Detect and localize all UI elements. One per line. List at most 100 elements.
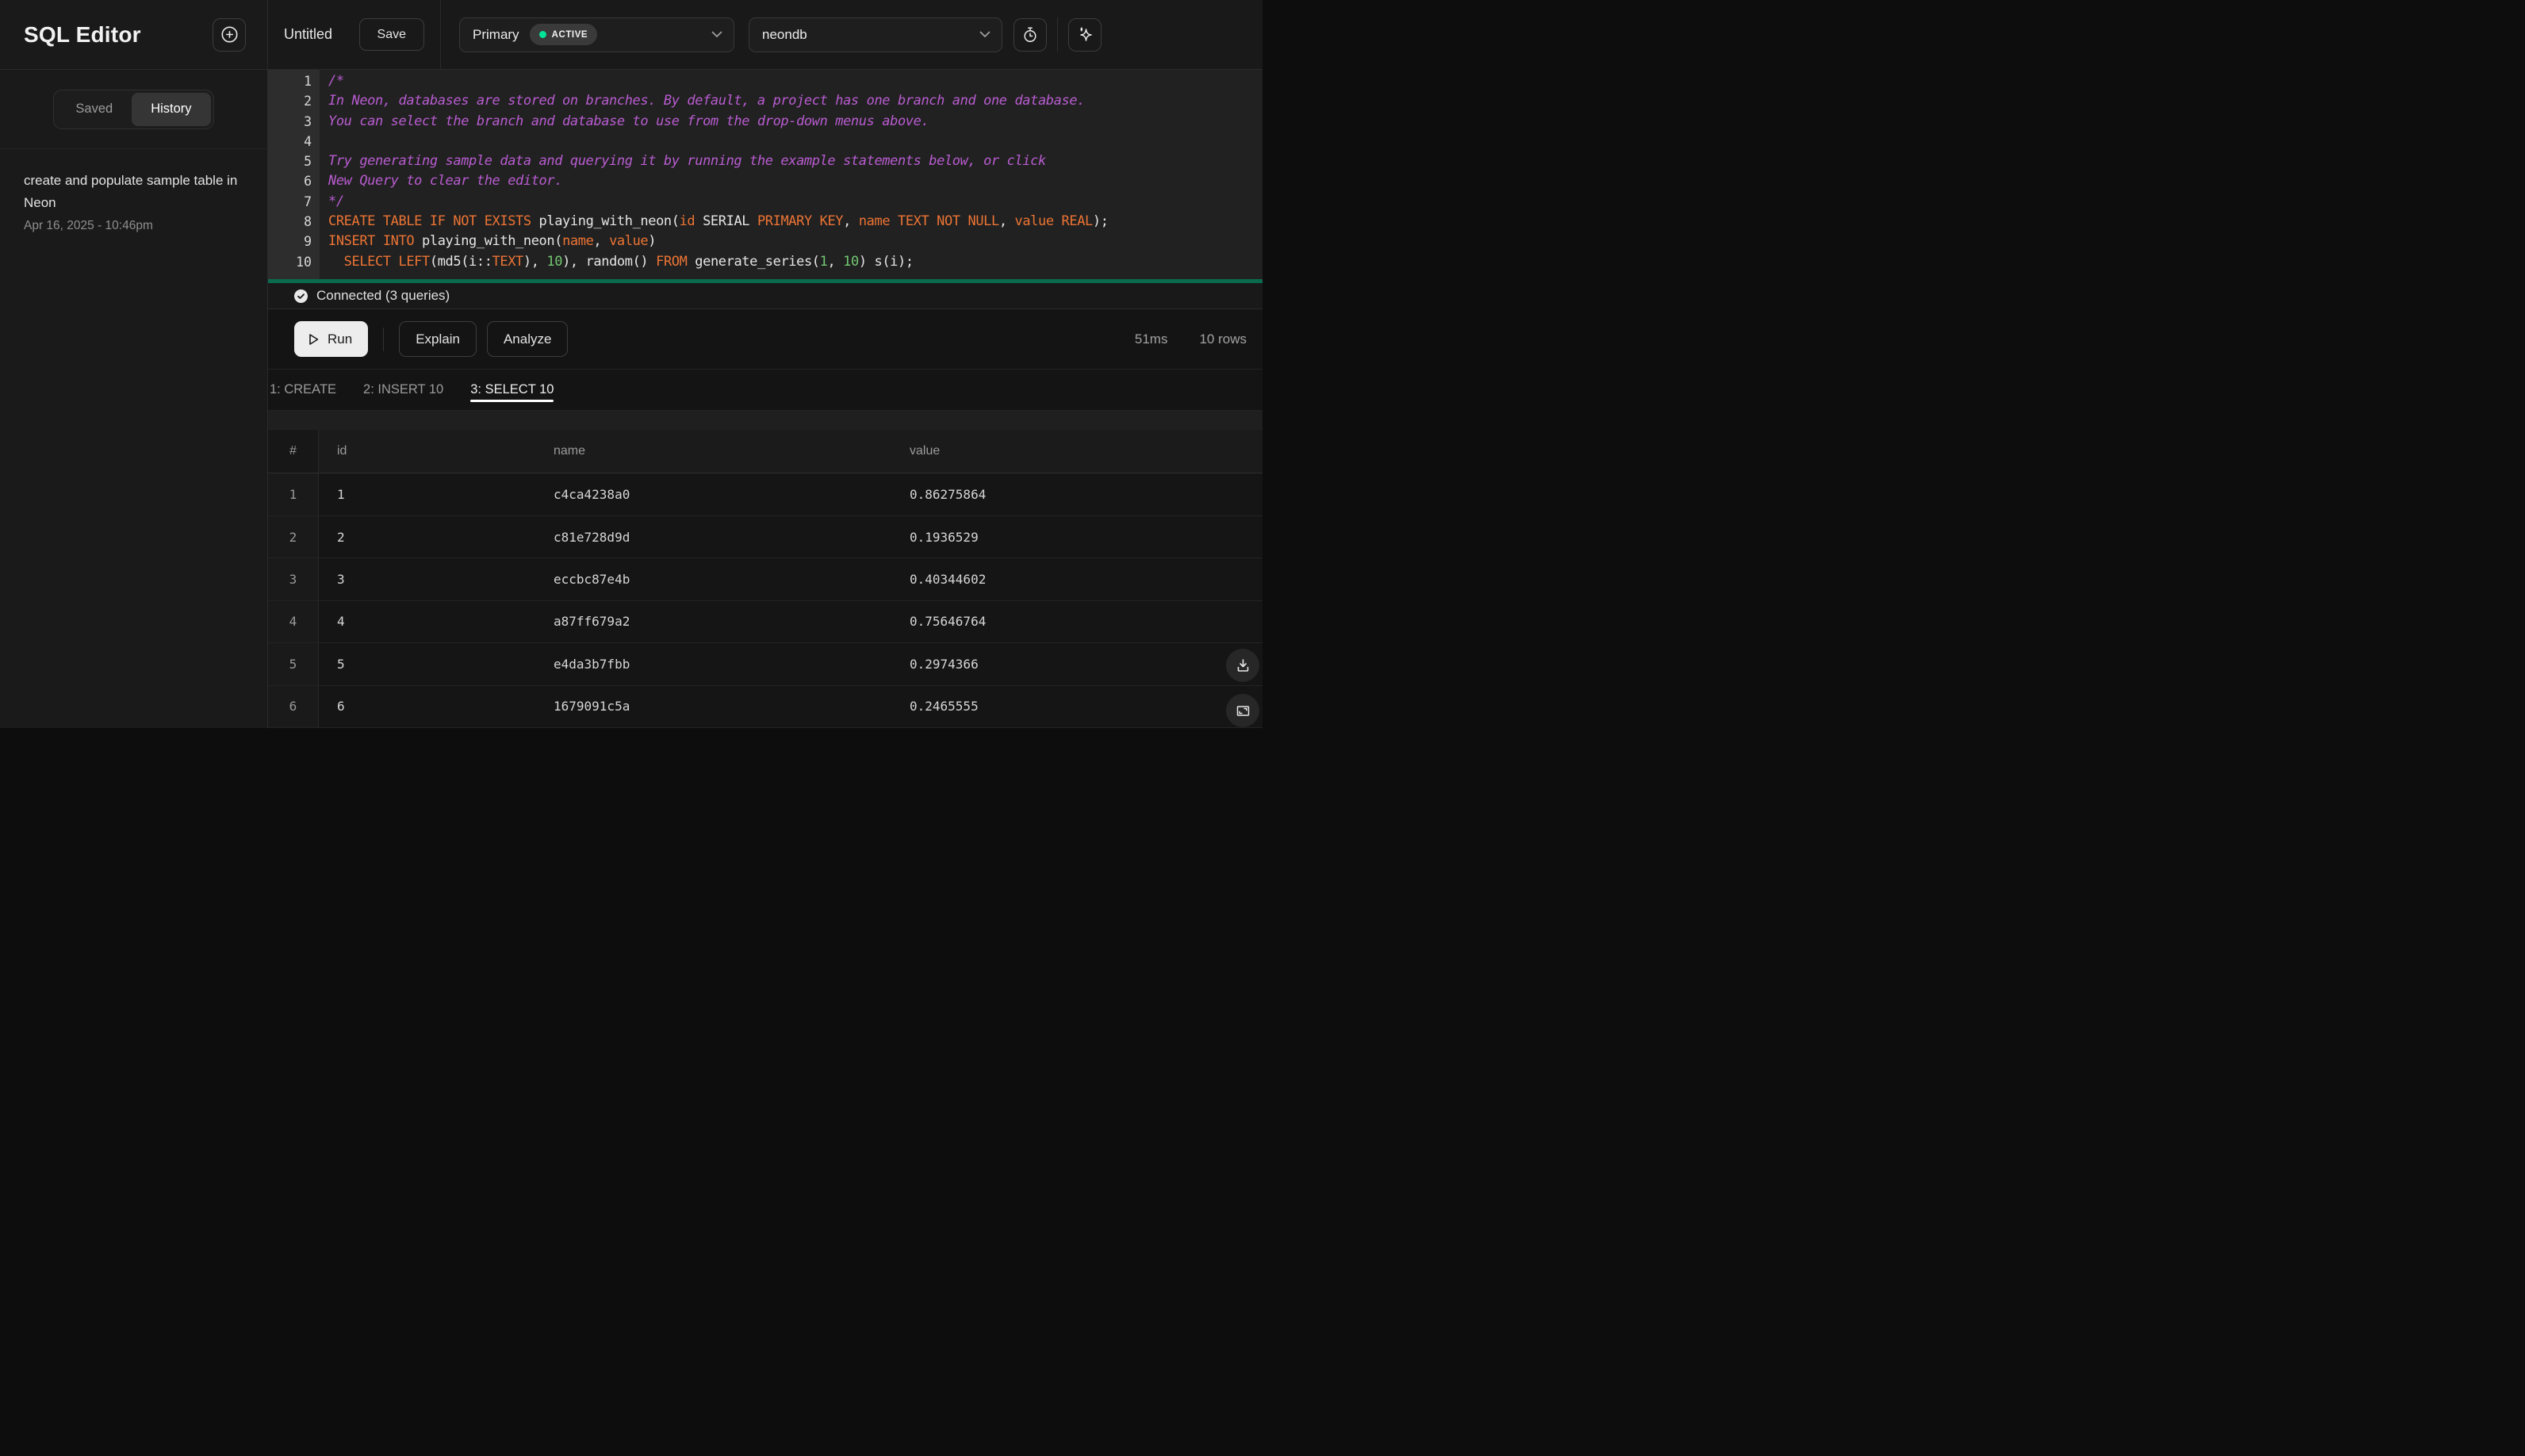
save-button[interactable]: Save [358, 18, 424, 51]
table-row[interactable]: 4 4 a87ff679a2 0.75646764 [268, 600, 1262, 644]
line-number: 2 [304, 94, 312, 109]
run-button-label: Run [328, 331, 353, 347]
topbar: Untitled Save Primary ACTIVE neondb [268, 0, 1262, 70]
row-number: 4 [268, 600, 319, 643]
history-item[interactable]: create and populate sample table in Neon… [24, 170, 243, 233]
line-number: 4 [304, 133, 312, 149]
table-cell: 3 [337, 571, 345, 587]
result-tabs: 1: CREATE 2: INSERT 10 3: SELECT 10 [268, 370, 1262, 411]
explain-button[interactable]: Explain [399, 321, 477, 357]
code-line: INSERT INTO playing_with_neon(name, valu… [328, 233, 657, 250]
database-select-value: neondb [762, 26, 807, 42]
table-cell: c4ca4238a0 [554, 487, 630, 503]
saved-history-toggle: Saved History [53, 89, 214, 129]
query-name: Untitled [284, 26, 333, 42]
chevron-down-icon [979, 28, 990, 42]
line-number: 9 [304, 234, 312, 250]
row-number: 3 [268, 558, 319, 600]
expand-results-button[interactable] [1226, 694, 1259, 727]
table-cell: 0.86275864 [910, 487, 987, 503]
table-cell: 0.40344602 [910, 571, 987, 587]
table-cell: eccbc87e4b [554, 571, 630, 587]
stopwatch-icon [1021, 26, 1039, 44]
editor-accent-bar [268, 279, 1262, 283]
tab-history[interactable]: History [132, 92, 211, 126]
results-table: # id name value 1 1 c4ca4238a0 0.86275864 2 2 c81e… [268, 430, 1262, 728]
code-line: */ [328, 193, 344, 209]
connection-status-text: Connected (3 queries) [316, 288, 450, 303]
active-dot-icon [538, 31, 546, 38]
table-row[interactable]: 5 5 e4da3b7fbb 0.2974366 [268, 643, 1262, 686]
code-line: Try generating sample data and querying … [328, 153, 1046, 170]
code-line: SELECT LEFT(md5(i::TEXT), 10), random() … [343, 253, 914, 270]
result-tab-3[interactable]: 3: SELECT 10 [470, 370, 554, 410]
table-cell: 0.75646764 [910, 614, 987, 630]
table-cell: a87ff679a2 [554, 614, 630, 630]
column-header-id: id [337, 444, 347, 458]
query-history-button[interactable] [1013, 17, 1047, 52]
row-number: 5 [268, 643, 319, 685]
branch-select-value: Primary [473, 26, 519, 42]
tab-saved[interactable]: Saved [56, 93, 132, 126]
table-header-row: # id name value [268, 430, 1262, 474]
run-button[interactable]: Run [294, 321, 369, 357]
branch-status-label: ACTIVE [551, 29, 588, 40]
new-query-button[interactable] [213, 17, 246, 52]
row-number: 6 [268, 685, 319, 727]
line-number: 8 [304, 214, 312, 230]
ai-assist-button[interactable] [1068, 17, 1102, 52]
branch-select[interactable]: Primary ACTIVE [459, 17, 734, 52]
topbar-divider [1057, 17, 1058, 52]
line-number: 10 [296, 254, 312, 270]
analyze-button[interactable]: Analyze [486, 321, 569, 357]
chevron-down-icon [711, 28, 722, 42]
sql-editor-app: SQL Editor Saved History create and popu… [0, 0, 1262, 728]
branch-status-badge: ACTIVE [529, 24, 598, 45]
page-title: SQL Editor [24, 21, 141, 47]
code-line: CREATE TABLE IF NOT EXISTS playing_with_… [328, 213, 1109, 230]
history-item-timestamp: Apr 16, 2025 - 10:46pm [24, 219, 153, 233]
line-number: 5 [304, 154, 312, 170]
sparkles-icon [1076, 25, 1094, 44]
result-tab-1[interactable]: 1: CREATE [270, 370, 336, 410]
row-number: 1 [268, 473, 319, 515]
topbar-icon-buttons [1013, 17, 1102, 52]
table-cell: 0.1936529 [910, 529, 979, 545]
table-row[interactable]: 1 1 c4ca4238a0 0.86275864 [268, 473, 1262, 516]
database-select[interactable]: neondb [749, 17, 1002, 52]
code-editor[interactable]: 1 2 3 4 5 6 7 8 9 10 /* In Neon, databases are sto… [268, 70, 1262, 283]
download-results-button[interactable] [1226, 649, 1259, 682]
table-floating-actions [1226, 649, 1259, 727]
table-cell: 1679091c5a [554, 699, 630, 715]
query-meta: 51ms 10 rows [1135, 331, 1247, 347]
table-row[interactable]: 6 6 1679091c5a 0.2465555 [268, 685, 1262, 728]
sidebar-tabs-area: Saved History [0, 70, 267, 149]
topbar-controls: Primary ACTIVE neondb [441, 17, 1102, 52]
sidebar: SQL Editor Saved History create and popu… [0, 0, 268, 728]
code-line: New Query to clear the editor. [328, 173, 563, 190]
table-cell: 0.2974366 [910, 656, 979, 672]
table-cell: 1 [337, 487, 345, 503]
table-cell: e4da3b7fbb [554, 656, 630, 672]
table-row[interactable]: 2 2 c81e728d9d 0.1936529 [268, 515, 1262, 559]
code-line: You can select the branch and database t… [328, 113, 929, 129]
table-row[interactable]: 3 3 eccbc87e4b 0.40344602 [268, 558, 1262, 601]
query-duration: 51ms [1134, 331, 1168, 347]
connected-check-icon [294, 289, 308, 303]
column-header-value: value [910, 444, 941, 458]
code-line: /* [328, 73, 344, 89]
line-number-gutter: 1 2 3 4 5 6 7 8 9 10 [268, 70, 320, 283]
plus-circle-icon [220, 25, 239, 44]
expand-icon [1235, 703, 1251, 719]
sidebar-header: SQL Editor [0, 0, 267, 70]
result-tab-2[interactable]: 2: INSERT 10 [363, 370, 443, 410]
line-number: 3 [304, 113, 312, 129]
play-icon [305, 331, 321, 347]
line-number: 6 [304, 174, 312, 190]
table-cell: c81e728d9d [554, 529, 630, 545]
connection-status-bar: Connected (3 queries) [268, 283, 1262, 309]
code-area[interactable]: /* In Neon, databases are stored on branc… [320, 70, 1109, 283]
line-number: 7 [304, 193, 312, 209]
table-cell: 5 [337, 656, 345, 672]
